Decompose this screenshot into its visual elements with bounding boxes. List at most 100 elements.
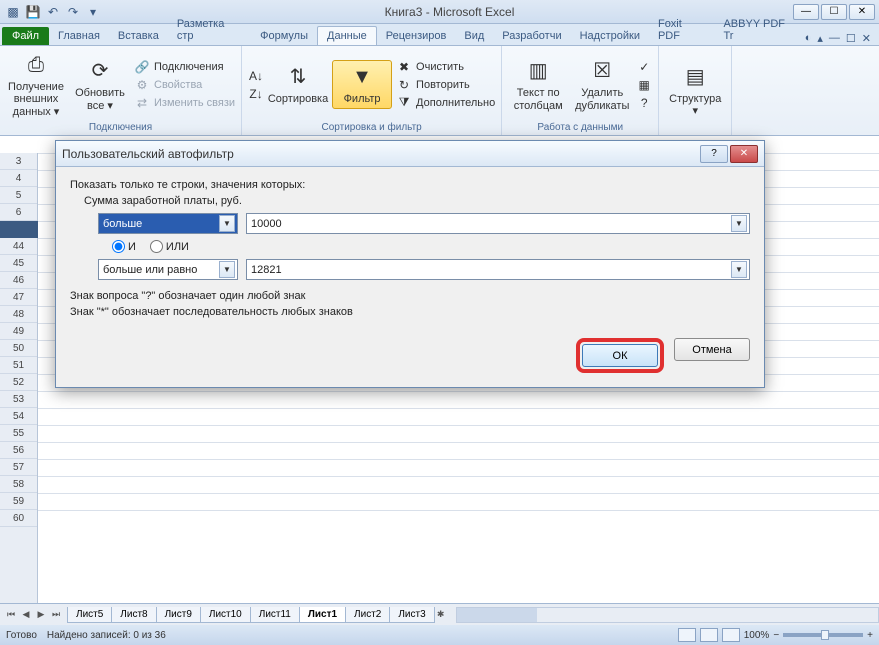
row-header[interactable]: 5 <box>0 187 37 204</box>
dialog-titlebar[interactable]: Пользовательский автофильтр ? ✕ <box>56 141 764 167</box>
chevron-down-icon[interactable]: ▼ <box>219 261 235 278</box>
row-header[interactable]: 50 <box>0 340 37 357</box>
tab-view[interactable]: Вид <box>455 27 493 45</box>
tab-insert[interactable]: Вставка <box>109 27 168 45</box>
help-icon[interactable]: ◐ <box>805 32 812 45</box>
last-sheet-button[interactable]: ⏭ <box>49 608 63 622</box>
row-header[interactable]: 46 <box>0 272 37 289</box>
row-header[interactable]: 4 <box>0 170 37 187</box>
row-header[interactable]: 6 <box>0 204 37 221</box>
row-header[interactable]: 48 <box>0 306 37 323</box>
mdi-min-icon[interactable]: — <box>829 32 840 45</box>
row-header[interactable]: 55 <box>0 425 37 442</box>
text-to-columns-button[interactable]: ▥Текст по столбцам <box>508 57 568 111</box>
row-header[interactable]: 60 <box>0 510 37 527</box>
tab-foxit[interactable]: Foxit PDF <box>649 15 715 45</box>
chevron-down-icon[interactable]: ▼ <box>731 215 747 232</box>
sheet-tab[interactable]: Лист2 <box>345 607 390 623</box>
undo-icon[interactable]: ↶ <box>44 3 62 21</box>
tab-layout[interactable]: Разметка стр <box>168 15 251 45</box>
filter-button[interactable]: ▼Фильтр <box>332 60 392 108</box>
tab-data[interactable]: Данные <box>317 26 377 45</box>
row-header[interactable]: 49 <box>0 323 37 340</box>
remove-duplicates-button[interactable]: ☒Удалить дубликаты <box>572 57 632 111</box>
chevron-down-icon[interactable]: ▼ <box>731 261 747 278</box>
first-sheet-button[interactable]: ⏮ <box>4 608 18 622</box>
tab-developer[interactable]: Разработчи <box>493 27 570 45</box>
dialog-title: Пользовательский автофильтр <box>62 147 700 161</box>
row-header[interactable]: 56 <box>0 442 37 459</box>
sheet-tab[interactable]: Лист10 <box>200 607 251 623</box>
row-header[interactable]: 53 <box>0 391 37 408</box>
clear-filter-button[interactable]: ✖Очистить <box>396 59 495 75</box>
tab-formulas[interactable]: Формулы <box>251 27 317 45</box>
or-radio[interactable]: ИЛИ <box>150 240 189 253</box>
row-header[interactable]: 44 <box>0 238 37 255</box>
operator2-combo[interactable]: больше или равно ▼ <box>98 259 238 280</box>
sheet-tab[interactable]: Лист1 <box>299 607 346 623</box>
refresh-all-button[interactable]: ⟳Обновить все ▾ <box>70 57 130 111</box>
sheet-tab[interactable]: Лист5 <box>67 607 112 623</box>
connections-button[interactable]: 🔗Подключения <box>134 59 235 75</box>
chevron-down-icon[interactable]: ▼ <box>219 215 235 232</box>
tab-abbyy[interactable]: ABBYY PDF Tr <box>714 15 804 45</box>
sheet-tab[interactable]: Лист9 <box>156 607 201 623</box>
operator1-combo[interactable]: больше ▼ <box>98 213 238 234</box>
file-tab[interactable]: Файл <box>2 27 49 45</box>
quick-access-toolbar: ▩ 💾 ↶ ↷ ▾ <box>0 3 106 21</box>
dialog-help-button[interactable]: ? <box>700 145 728 163</box>
save-icon[interactable]: 💾 <box>24 3 42 21</box>
next-sheet-button[interactable]: ▶ <box>34 608 48 622</box>
row-header[interactable]: 58 <box>0 476 37 493</box>
prev-sheet-button[interactable]: ◀ <box>19 608 33 622</box>
value1-combo[interactable]: 10000 ▼ <box>246 213 750 234</box>
row-header[interactable]: 52 <box>0 374 37 391</box>
cancel-button[interactable]: Отмена <box>674 338 750 361</box>
sort-button[interactable]: ⇅Сортировка <box>268 63 328 105</box>
close-button[interactable]: ✕ <box>849 4 875 20</box>
row-header[interactable]: 59 <box>0 493 37 510</box>
maximize-button[interactable]: ☐ <box>821 4 847 20</box>
qat-dropdown-icon[interactable]: ▾ <box>84 3 102 21</box>
sort-za-button[interactable]: Z↓ <box>248 86 264 102</box>
and-radio[interactable]: И <box>112 240 136 253</box>
whatif-button[interactable]: ? <box>636 95 652 111</box>
value1-text: 10000 <box>251 218 282 230</box>
redo-icon[interactable]: ↷ <box>64 3 82 21</box>
outline-button[interactable]: ▤Структура ▾ <box>665 63 725 117</box>
mdi-max-icon[interactable]: ☐ <box>846 32 856 45</box>
advanced-filter-button[interactable]: ⧩Дополнительно <box>396 95 495 111</box>
horizontal-scrollbar[interactable] <box>456 607 879 623</box>
dialog-close-button[interactable]: ✕ <box>730 145 758 163</box>
sheet-tab[interactable]: Лист11 <box>250 607 300 623</box>
new-sheet-button[interactable]: ✱ <box>434 608 448 622</box>
excel-icon[interactable]: ▩ <box>4 3 22 21</box>
row-header[interactable]: 54 <box>0 408 37 425</box>
sheet-tab[interactable]: Лист3 <box>389 607 434 623</box>
row-header[interactable]: 45 <box>0 255 37 272</box>
reapply-filter-button[interactable]: ↻Повторить <box>396 77 495 93</box>
sort-az-button[interactable]: A↓ <box>248 68 264 84</box>
ok-button[interactable]: ОК <box>582 344 658 367</box>
value2-combo[interactable]: 12821 ▼ <box>246 259 750 280</box>
tab-addins[interactable]: Надстройки <box>571 27 649 45</box>
zoom-out-button[interactable]: − <box>773 630 779 641</box>
normal-view-button[interactable] <box>678 628 696 642</box>
consolidate-button[interactable]: ▦ <box>636 77 652 93</box>
mdi-close-icon[interactable]: ✕ <box>862 32 871 45</box>
zoom-in-button[interactable]: + <box>867 630 873 641</box>
ribbon-min-icon[interactable]: ▴ <box>817 32 823 45</box>
row-header[interactable]: 47 <box>0 289 37 306</box>
row-header[interactable]: 51 <box>0 357 37 374</box>
data-validation-button[interactable]: ✓ <box>636 59 652 75</box>
row-header[interactable]: 3 <box>0 153 37 170</box>
sheet-tab[interactable]: Лист8 <box>111 607 156 623</box>
page-layout-button[interactable] <box>700 628 718 642</box>
zoom-slider[interactable] <box>783 633 863 637</box>
page-break-button[interactable] <box>722 628 740 642</box>
get-external-data-button[interactable]: ⎙Получение внешних данных ▾ <box>6 51 66 117</box>
tab-home[interactable]: Главная <box>49 27 109 45</box>
zoom-level[interactable]: 100% <box>744 630 770 641</box>
row-header[interactable]: 57 <box>0 459 37 476</box>
tab-review[interactable]: Рецензиров <box>377 27 456 45</box>
